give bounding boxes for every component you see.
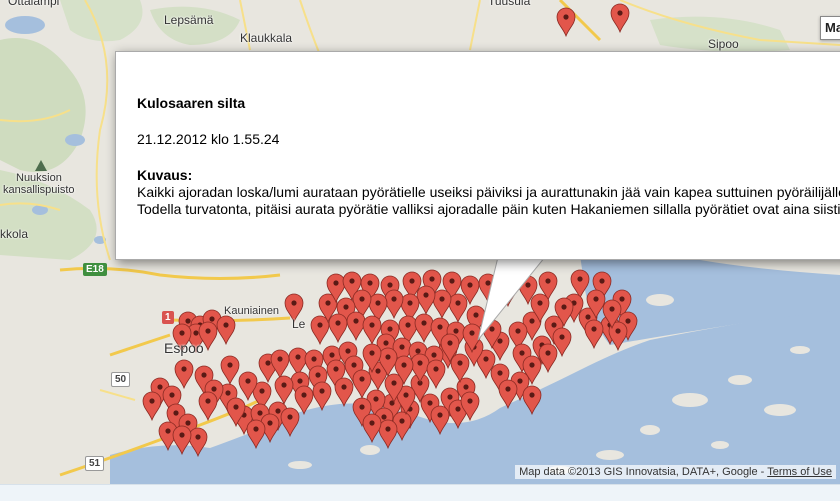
map-marker-icon[interactable] [270,349,290,380]
map-marker-icon[interactable] [172,425,192,456]
park-icon [35,160,47,171]
place-label-kauniainen: Kauniainen [224,305,280,317]
place-label-nuuksio: Nuuksion [16,172,62,184]
map-marker-icon[interactable] [498,379,518,410]
terms-of-use-link[interactable]: Terms of Use [767,466,832,478]
map-type-button[interactable]: Ma [820,16,840,40]
map-marker-icon[interactable] [334,377,354,408]
place-label-lepsama: Lepsämä [164,13,214,27]
place-label-partial: Ottalampi [8,0,60,8]
map-marker-icon[interactable] [362,413,382,444]
map-marker-icon[interactable] [274,375,294,406]
map-marker-icon[interactable] [448,293,468,324]
map-marker-icon[interactable] [478,273,498,304]
info-window: Kulosaaren silta 21.12.2012 klo 1.55.24 … [115,51,840,260]
attribution-text: Map data ©2013 GIS Innovatsia, DATA+, Go… [519,466,768,478]
map-marker-icon[interactable] [198,391,218,422]
map-marker-icon[interactable] [538,343,558,374]
map-marker-icon[interactable] [246,419,266,450]
map-marker-icon[interactable] [414,313,434,344]
map-marker-icon[interactable] [430,405,450,436]
map-attribution: Map data ©2013 GIS Innovatsia, DATA+, Go… [515,465,836,479]
map-marker-icon[interactable] [188,427,208,458]
place-label-klaukkala: Klaukkala [240,31,293,45]
info-description: Kaikki ajoradan loska/lumi aurataan pyör… [137,184,840,217]
place-label-sipoo: Sipoo [708,37,739,51]
map-marker-icon[interactable] [610,3,630,34]
map-marker-icon[interactable] [310,315,330,346]
map-marker-icon[interactable] [416,285,436,316]
map-marker-icon[interactable] [280,407,300,438]
map-marker-icon[interactable] [432,289,452,320]
place-label-kirkkonummi: kkola [0,227,29,241]
map-marker-icon[interactable] [216,315,236,346]
map-marker-icon[interactable] [522,385,542,416]
map-marker-icon[interactable] [220,355,240,386]
info-datetime: 21.12.2012 klo 1.55.24 [137,131,280,147]
road-shield-1: 1 [162,311,174,324]
place-label-tuusula: Tuusula [488,0,531,8]
map-marker-icon[interactable] [498,277,518,308]
road-shield-50: 50 [111,372,131,387]
info-description-heading: Kuvaus: [137,167,193,183]
map-marker-icon[interactable] [378,419,398,450]
road-shield-51: 51 [85,456,105,471]
map-marker-icon[interactable] [294,385,314,416]
map-marker-icon[interactable] [426,359,446,390]
map-marker-icon[interactable] [346,311,366,342]
info-title: Kulosaaren silta [137,95,246,111]
map-marker-icon[interactable] [312,381,332,412]
road-shield-e18: E18 [83,263,107,276]
map-marker-icon[interactable] [384,289,404,320]
map-marker-icon[interactable] [142,391,162,422]
map-marker-icon[interactable] [556,7,576,38]
map-marker-icon[interactable] [174,359,194,390]
page-bottom-strip [0,484,840,501]
place-label-nuuksio-2: kansallispuisto [3,184,75,196]
map-marker-icon[interactable] [328,313,348,344]
map-marker-icon[interactable] [584,319,604,350]
place-label-leppavaara: Le [292,317,306,331]
place-label-espoo: Espoo [164,340,204,356]
